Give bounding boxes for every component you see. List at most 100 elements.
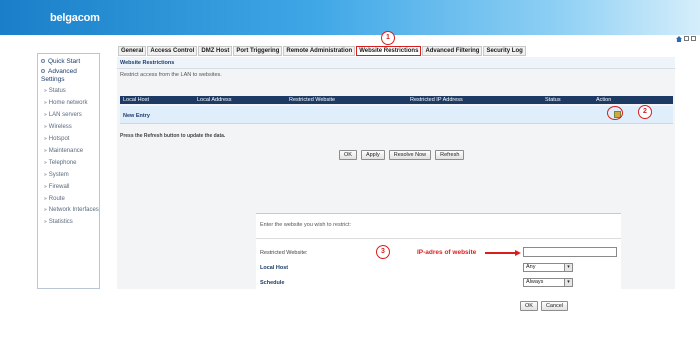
home-icon[interactable] <box>676 36 682 42</box>
resolve-now-button[interactable]: Resolve Now <box>388 150 432 160</box>
column-header-status: Status <box>545 97 561 103</box>
page: belgacom Quick Start Advanced Settings »… <box>0 0 700 357</box>
callout-3: 3 <box>376 245 390 259</box>
sidebar-item-quick-start[interactable]: Quick Start <box>38 58 99 66</box>
page-description: Restrict access from the LAN to websites… <box>120 72 222 78</box>
apply-button[interactable]: Apply <box>360 150 385 160</box>
sidebar-item-label: Advanced Settings <box>41 68 77 83</box>
arrow-bullet-icon: » <box>44 148 47 154</box>
arrowhead-icon <box>515 249 521 256</box>
help-icon[interactable] <box>684 36 689 41</box>
top-icons <box>676 36 696 42</box>
sidebar-item-label: Hotspot <box>48 136 70 142</box>
column-header-local-host: Local Host <box>123 97 149 103</box>
tab-dmz-host[interactable]: DMZ Host <box>198 46 233 56</box>
local-host-select[interactable]: Any ▾ <box>523 263 573 272</box>
subtab-bar: Website Restrictions <box>117 57 675 69</box>
dialog-ok-button[interactable]: OK <box>520 301 538 311</box>
arrow-bullet-icon: » <box>44 136 47 142</box>
new-entry-label: New Entry <box>123 113 150 119</box>
bullet-dot-icon <box>41 69 45 74</box>
dropdown-caret-icon[interactable]: ▾ <box>564 279 572 286</box>
sidebar-item-label: Firewall <box>48 184 70 190</box>
arrow-bullet-icon: » <box>44 88 47 94</box>
arrow-bullet-icon: » <box>44 160 47 166</box>
refresh-button[interactable]: Refresh <box>435 150 465 160</box>
arrow-bullet-icon: » <box>44 100 47 106</box>
sidebar-item-label: Quick Start <box>48 58 81 65</box>
annotation-text: IP-adres of website <box>417 249 477 256</box>
tab-security-log[interactable]: Security Log <box>483 46 526 56</box>
bullet-dot-icon <box>41 59 45 64</box>
arrow-bullet-icon: » <box>44 196 47 202</box>
tab-remote-administration[interactable]: Remote Administration <box>283 46 356 56</box>
arrow-bullet-icon: » <box>44 172 47 178</box>
local-host-value: Any <box>526 264 536 270</box>
callout-1: 1 <box>381 31 395 45</box>
callout-2: 2 <box>638 105 652 119</box>
table-row-new-entry: New Entry <box>120 106 673 124</box>
arrow-bullet-icon: » <box>44 219 47 225</box>
arrow-bullet-icon: » <box>44 207 47 213</box>
column-header-local-address: Local Address <box>197 97 232 103</box>
logout-icon[interactable] <box>691 36 696 41</box>
header-banner: belgacom <box>0 0 700 35</box>
highlight-ring <box>607 106 623 120</box>
sidebar-item-home-network[interactable]: » Home network <box>38 97 99 109</box>
arrow-bullet-icon: » <box>44 184 47 190</box>
table-header: Local Host Local Address Restricted Webs… <box>120 96 673 104</box>
annotation-arrow <box>485 252 517 254</box>
schedule-select[interactable]: Always ▾ <box>523 278 573 287</box>
sidebar-item-label: LAN servers <box>48 112 82 118</box>
divider <box>256 238 621 239</box>
sidebar-item-label: Wireless <box>48 124 72 130</box>
tab-bar: General Access Control DMZ Host Port Tri… <box>118 46 527 56</box>
restricted-website-label: Restricted Website: <box>260 250 308 256</box>
sidebar-item-maintenance[interactable]: » Maintenance <box>38 145 99 157</box>
tab-advanced-filtering[interactable]: Advanced Filtering <box>422 46 483 56</box>
sidebar-item-label: Maintenance <box>48 148 84 154</box>
sidebar-item-label: Home network <box>48 100 88 106</box>
sidebar-item-label: Network Interfaces <box>48 207 99 213</box>
tab-access-control[interactable]: Access Control <box>147 46 198 56</box>
subtab-website-restrictions[interactable]: Website Restrictions <box>120 60 174 66</box>
dialog-cancel-button[interactable]: Cancel <box>540 301 569 311</box>
column-header-restricted-ip: Restricted IP Address <box>410 97 463 103</box>
sidebar-item-label: Status <box>48 88 66 94</box>
tab-website-restrictions[interactable]: Website Restrictions <box>356 46 422 56</box>
sidebar-item-system[interactable]: » System <box>38 169 99 181</box>
ok-button[interactable]: OK <box>339 150 357 160</box>
local-host-label: Local Host <box>260 265 289 271</box>
sidebar-item-status[interactable]: » Status <box>38 85 99 97</box>
sidebar-item-lan-servers[interactable]: » LAN servers <box>38 109 99 121</box>
dialog-buttons: OK Cancel <box>520 301 569 311</box>
sidebar-item-advanced-settings[interactable]: Advanced Settings <box>38 68 99 84</box>
sidebar-item-wireless[interactable]: » Wireless <box>38 121 99 133</box>
refresh-note: Press the Refresh button to update the d… <box>120 133 226 139</box>
add-restriction-dialog: Enter the website you wish to restrict: … <box>256 213 621 353</box>
sidebar-item-route[interactable]: » Route <box>38 193 99 205</box>
sidebar-item-label: Statistics <box>48 219 73 225</box>
dialog-prompt: Enter the website you wish to restrict: <box>260 222 352 228</box>
sidebar-item-label: System <box>48 172 69 178</box>
schedule-label: Schedule <box>260 280 285 286</box>
action-buttons: OK Apply Resolve Now Refresh <box>339 150 465 160</box>
arrow-bullet-icon: » <box>44 124 47 130</box>
column-header-action: Action <box>596 97 612 103</box>
column-header-restricted-website: Restricted Website <box>289 97 336 103</box>
sidebar-item-telephone[interactable]: » Telephone <box>38 157 99 169</box>
sidebar: Quick Start Advanced Settings » Status » H… <box>37 53 100 289</box>
sidebar-item-label: Telephone <box>48 160 77 166</box>
sidebar-item-label: Route <box>48 196 65 202</box>
tab-port-triggering[interactable]: Port Triggering <box>233 46 283 56</box>
sidebar-item-firewall[interactable]: » Firewall <box>38 181 99 193</box>
restricted-website-input[interactable] <box>523 247 617 257</box>
dropdown-caret-icon[interactable]: ▾ <box>564 264 572 271</box>
brand-logo: belgacom <box>50 12 100 24</box>
arrow-bullet-icon: » <box>44 112 47 118</box>
tab-general[interactable]: General <box>118 46 147 56</box>
sidebar-item-hotspot[interactable]: » Hotspot <box>38 133 99 145</box>
sidebar-item-statistics[interactable]: » Statistics <box>38 216 99 228</box>
schedule-value: Always <box>526 279 544 285</box>
sidebar-item-network-interfaces[interactable]: » Network Interfaces <box>38 205 99 216</box>
